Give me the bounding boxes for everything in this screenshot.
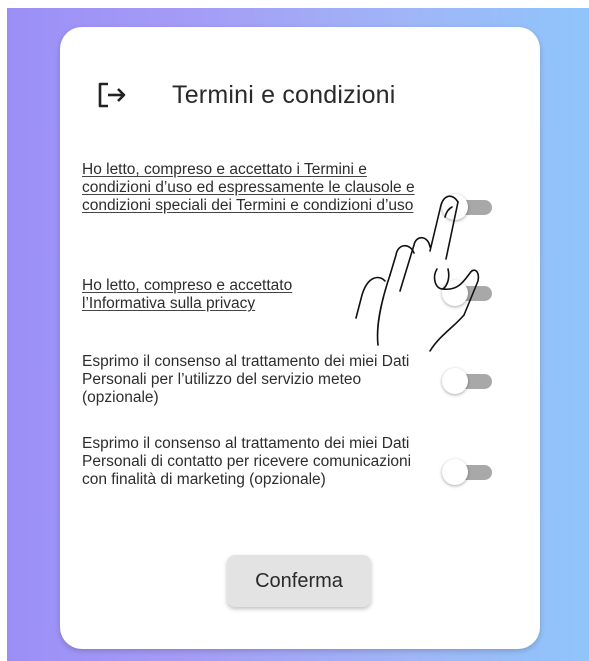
marketing-consent-text: Esprimo il consenso al trattamento dei m… [82,435,412,488]
toggle-thumb [442,459,468,485]
card-header: Termini e condizioni [96,75,396,115]
privacy-toggle[interactable] [442,280,494,306]
logout-icon[interactable] [96,81,128,109]
consent-row-terms: Ho letto, compreso e accettato i Termini… [82,161,512,220]
weather-toggle[interactable] [442,368,494,394]
consent-row-marketing: Esprimo il consenso al trattamento dei m… [82,435,512,489]
terms-link[interactable]: Ho letto, compreso e accettato i Termini… [82,161,427,215]
terms-toggle[interactable] [442,194,494,220]
consent-row-privacy: Ho letto, compreso e accettato l’Informa… [82,277,512,313]
consent-row-weather: Esprimo il consenso al trattamento dei m… [82,353,512,407]
privacy-link[interactable]: Ho letto, compreso e accettato l’Informa… [82,277,352,313]
gradient-background: Termini e condizioni Ho letto, compreso … [7,8,589,661]
page-title: Termini e condizioni [172,80,396,109]
terms-card: Termini e condizioni Ho letto, compreso … [60,27,540,649]
weather-consent-text: Esprimo il consenso al trattamento dei m… [82,353,410,406]
confirm-button[interactable]: Conferma [227,555,371,607]
marketing-toggle[interactable] [442,459,494,485]
toggle-thumb [442,280,468,306]
toggle-thumb [442,194,468,220]
toggle-thumb [442,368,468,394]
